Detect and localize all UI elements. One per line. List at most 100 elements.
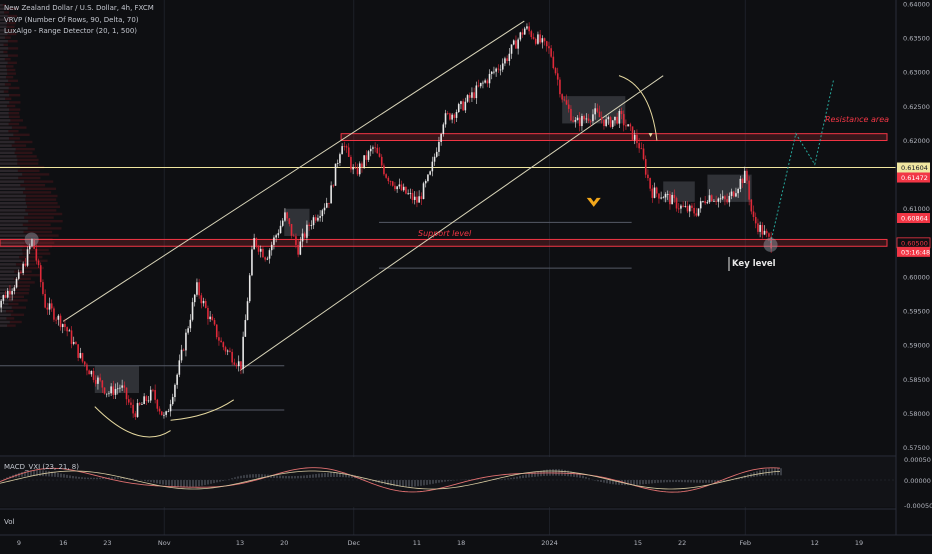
candle-body bbox=[746, 171, 748, 181]
candle-body bbox=[416, 197, 418, 203]
macd-histogram-bar bbox=[39, 470, 41, 476]
key-level-label: Key level bbox=[732, 259, 776, 269]
macd-histogram-bar bbox=[501, 479, 503, 480]
macd-histogram-bar bbox=[291, 476, 293, 478]
volume-profile-bar bbox=[0, 159, 17, 161]
candle-body bbox=[11, 291, 13, 295]
candle-body bbox=[238, 361, 240, 366]
price-tick-label: 0.61000 bbox=[903, 205, 930, 213]
candle-body bbox=[126, 388, 128, 400]
volume-profile-bar bbox=[0, 231, 23, 233]
candle-body bbox=[542, 38, 544, 42]
volume-profile-bar bbox=[0, 227, 28, 229]
candle-body bbox=[610, 117, 612, 127]
price-chart[interactable]: Resistance area Support level Key level … bbox=[0, 0, 932, 550]
candle-body bbox=[148, 400, 150, 401]
candle-body bbox=[49, 303, 51, 309]
candle-body bbox=[493, 72, 495, 73]
candle-body bbox=[623, 114, 625, 125]
volume-profile-bar bbox=[0, 108, 9, 110]
volume-profile-bar bbox=[0, 177, 18, 179]
candle-body bbox=[579, 118, 581, 126]
volume-profile-bar bbox=[0, 90, 4, 92]
volume-profile-bar bbox=[0, 51, 3, 53]
candle-body bbox=[269, 250, 271, 258]
candle-body bbox=[300, 242, 302, 255]
macd-histogram-bar bbox=[687, 480, 689, 482]
candle-body bbox=[388, 178, 390, 181]
macd-histogram-bar bbox=[603, 480, 605, 483]
macd-histogram-bar bbox=[261, 474, 263, 477]
candle-body bbox=[456, 112, 458, 118]
candle-body bbox=[704, 201, 706, 203]
volume-profile-bar bbox=[0, 260, 21, 262]
macd-histogram-bar bbox=[609, 480, 611, 484]
candle-body bbox=[557, 73, 559, 79]
candle-body bbox=[726, 199, 728, 202]
candle-body bbox=[302, 233, 304, 241]
candle-body bbox=[682, 206, 684, 207]
symbol-title[interactable]: New Zealand Dollar / U.S. Dollar, 4h, FX… bbox=[4, 4, 154, 12]
macd-histogram-bar bbox=[75, 476, 77, 478]
candle-body bbox=[91, 371, 93, 374]
candle-body bbox=[44, 294, 46, 308]
indicator-vrvp[interactable]: VRVP (Number Of Rows, 90, Delta, 70) bbox=[4, 16, 139, 24]
candle-body bbox=[537, 34, 539, 43]
candle-body bbox=[612, 120, 614, 127]
indicator-range-detector[interactable]: LuxAlgo - Range Detector (20, 1, 500) bbox=[4, 27, 137, 35]
macd-histogram-bar bbox=[660, 480, 662, 483]
volume-profile-bar bbox=[0, 65, 6, 67]
macd-histogram-bar bbox=[279, 476, 281, 479]
macd-histogram-bar bbox=[57, 473, 59, 477]
candle-body bbox=[729, 196, 731, 202]
support-level-label: Support level bbox=[418, 229, 472, 238]
candle-body bbox=[500, 70, 502, 71]
candle-body bbox=[168, 411, 170, 412]
macd-panel-bg bbox=[0, 457, 896, 507]
volume-profile-bar bbox=[0, 80, 8, 82]
candle-body bbox=[258, 246, 260, 251]
macd-histogram-bar bbox=[642, 480, 644, 484]
candle-body bbox=[146, 396, 148, 401]
macd-histogram-bar bbox=[111, 477, 113, 479]
candle-body bbox=[590, 121, 592, 122]
candle-body bbox=[432, 162, 434, 172]
candle-body bbox=[256, 238, 258, 246]
candle-body bbox=[22, 264, 24, 273]
candle-body bbox=[315, 217, 317, 220]
candle-body bbox=[359, 163, 361, 174]
candle-body bbox=[7, 291, 9, 298]
candle-body bbox=[764, 231, 766, 235]
candle-body bbox=[183, 350, 185, 351]
candle-body bbox=[656, 188, 658, 194]
candle-body bbox=[698, 208, 700, 215]
macd-histogram-bar bbox=[684, 480, 686, 482]
macd-histogram-bar bbox=[636, 480, 638, 485]
price-badge-label: 0.61604 bbox=[901, 164, 928, 172]
candle-body bbox=[445, 113, 447, 124]
candle-body bbox=[16, 279, 18, 288]
candle-body bbox=[696, 213, 698, 215]
macd-histogram-bar bbox=[681, 480, 683, 482]
macd-histogram-bar bbox=[585, 477, 587, 479]
macd-histogram-bar bbox=[402, 480, 404, 487]
candle-body bbox=[271, 245, 273, 250]
volume-profile-bar bbox=[0, 274, 18, 276]
candle-body bbox=[520, 32, 522, 39]
candle-body bbox=[51, 303, 53, 308]
macd-histogram-bar bbox=[321, 473, 323, 477]
macd-label: MACD_VXI (23, 21, 8) bbox=[4, 463, 79, 471]
candle-body bbox=[209, 317, 211, 319]
macd-histogram-bar bbox=[693, 480, 695, 483]
volume-label: Vol bbox=[4, 518, 15, 526]
candle-body bbox=[482, 83, 484, 84]
candle-body bbox=[645, 159, 647, 175]
macd-histogram-bar bbox=[411, 480, 413, 487]
macd-histogram-bar bbox=[258, 474, 260, 478]
candle-body bbox=[84, 362, 86, 365]
candle-body bbox=[601, 117, 603, 119]
candle-body bbox=[575, 120, 577, 122]
candle-body bbox=[317, 218, 319, 221]
candle-body bbox=[399, 185, 401, 187]
candle-body bbox=[58, 316, 60, 320]
